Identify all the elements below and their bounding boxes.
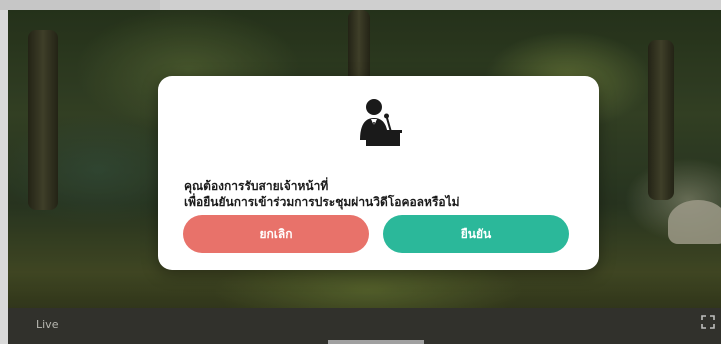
confirm-dialog: คุณต้องการรับสายเจ้าหน้าที่ เพื่อยืนยันก… [158, 76, 599, 270]
dialog-message: คุณต้องการรับสายเจ้าหน้าที่ เพื่อยืนยันก… [184, 178, 584, 210]
cancel-button[interactable]: ยกเลิก [183, 215, 369, 253]
speaker-at-podium-icon [356, 98, 402, 148]
dialog-message-line-2: เพื่อยืนยันการเข้าร่วมการประชุมผ่านวิดีโ… [184, 195, 460, 209]
confirm-button[interactable]: ยืนยัน [383, 215, 569, 253]
dialog-message-line-1: คุณต้องการรับสายเจ้าหน้าที่ [184, 179, 329, 193]
